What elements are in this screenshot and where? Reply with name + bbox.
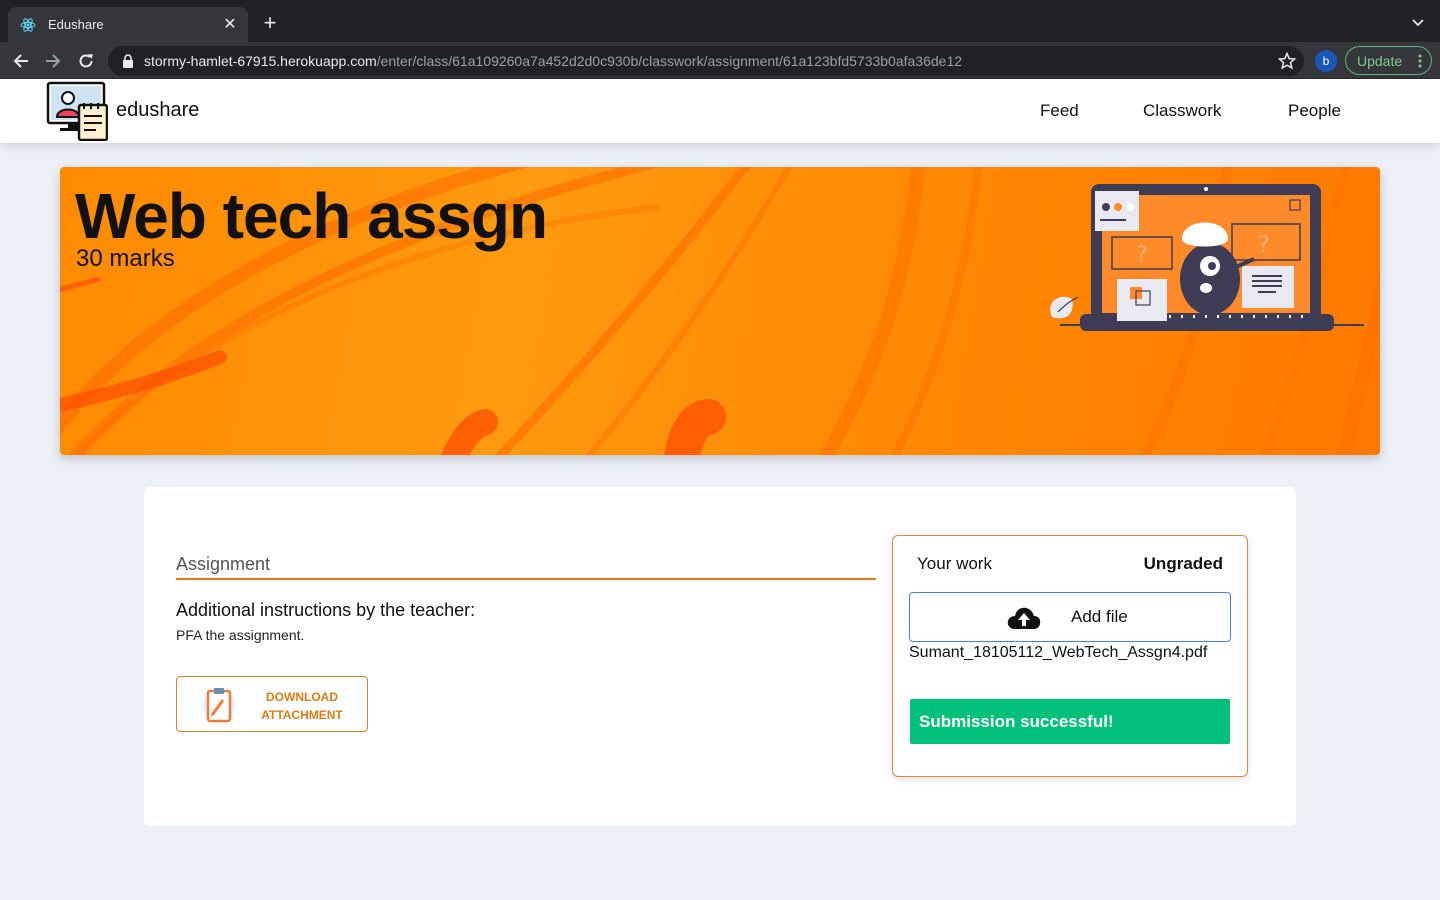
- section-divider: [176, 578, 876, 580]
- submission-status-text: Submission successful!: [919, 712, 1114, 731]
- svg-text:?: ?: [1136, 243, 1148, 268]
- download-attachment-button[interactable]: DOWNLOAD ATTACHMENT: [176, 676, 368, 732]
- download-attachment-label: DOWNLOAD ATTACHMENT: [247, 688, 357, 724]
- star-icon[interactable]: [1277, 51, 1297, 70]
- section-title: Assignment: [176, 554, 271, 574]
- tab-title: Edushare: [48, 17, 104, 32]
- nav-classwork[interactable]: Classwork: [1143, 101, 1221, 121]
- update-label: Update: [1357, 52, 1403, 69]
- forward-arrow-icon[interactable]: [42, 50, 64, 72]
- submission-status-banner: Submission successful!: [910, 699, 1230, 744]
- app-header: edushare Feed Classwork People: [0, 79, 1440, 143]
- svg-text:?: ?: [1258, 233, 1270, 258]
- grade-status: Ungraded: [1143, 554, 1223, 573]
- chevron-down-icon[interactable]: [1410, 14, 1426, 30]
- add-file-button[interactable]: Add file: [909, 592, 1231, 642]
- laptop-illustration: ? ?: [1050, 184, 1364, 331]
- download-label-line1: DOWNLOAD: [266, 690, 338, 704]
- assignment-banner: ? ? Web tech assgn 30 marks: [60, 167, 1380, 455]
- uploaded-file-name[interactable]: Sumant_18105112_WebTech_Assgn4.pdf: [909, 644, 1207, 662]
- instructions-heading: Additional instructions by the teacher:: [176, 600, 476, 620]
- assignment-marks: 30 marks: [76, 245, 175, 272]
- plus-icon[interactable]: +: [258, 12, 282, 36]
- url-path: /enter/class/61a109260a7a452d2d0c930b/cl…: [376, 53, 963, 69]
- reload-icon[interactable]: [75, 50, 97, 72]
- add-file-label: Add file: [1071, 607, 1128, 626]
- nav-people[interactable]: People: [1288, 101, 1341, 121]
- url-host: stormy-hamlet-67915.herokuapp.com: [144, 53, 377, 69]
- address-bar[interactable]: stormy-hamlet-67915.herokuapp.com/enter/…: [108, 46, 1304, 76]
- nav-feed[interactable]: Feed: [1040, 101, 1079, 121]
- clipboard-icon: [201, 686, 237, 724]
- your-work-panel: Your work Ungraded Add file Sumant_18105…: [892, 535, 1248, 777]
- update-button[interactable]: Update: [1345, 46, 1432, 75]
- cloud-upload-icon: [1007, 605, 1041, 631]
- profile-avatar[interactable]: b: [1315, 50, 1337, 72]
- assignment-title: Web tech assgn: [75, 180, 548, 252]
- edushare-logo[interactable]: [46, 81, 109, 142]
- back-arrow-icon[interactable]: [10, 50, 32, 72]
- close-icon[interactable]: ✕: [222, 16, 238, 33]
- react-atom-icon: [20, 17, 36, 33]
- browser-tab[interactable]: Edushare ✕: [8, 7, 248, 42]
- instructions-body: PFA the assignment.: [176, 627, 305, 643]
- your-work-label: Your work: [917, 554, 992, 573]
- assignment-card: Assignment Additional instructions by th…: [144, 487, 1296, 826]
- browser-tab-strip: Edushare ✕ +: [0, 0, 1440, 42]
- more-vertical-icon[interactable]: [1418, 54, 1422, 68]
- lock-icon: [122, 54, 134, 68]
- browser-toolbar: stormy-hamlet-67915.herokuapp.com/enter/…: [0, 42, 1440, 79]
- brand-name[interactable]: edushare: [116, 99, 199, 122]
- download-label-line2: ATTACHMENT: [261, 708, 343, 722]
